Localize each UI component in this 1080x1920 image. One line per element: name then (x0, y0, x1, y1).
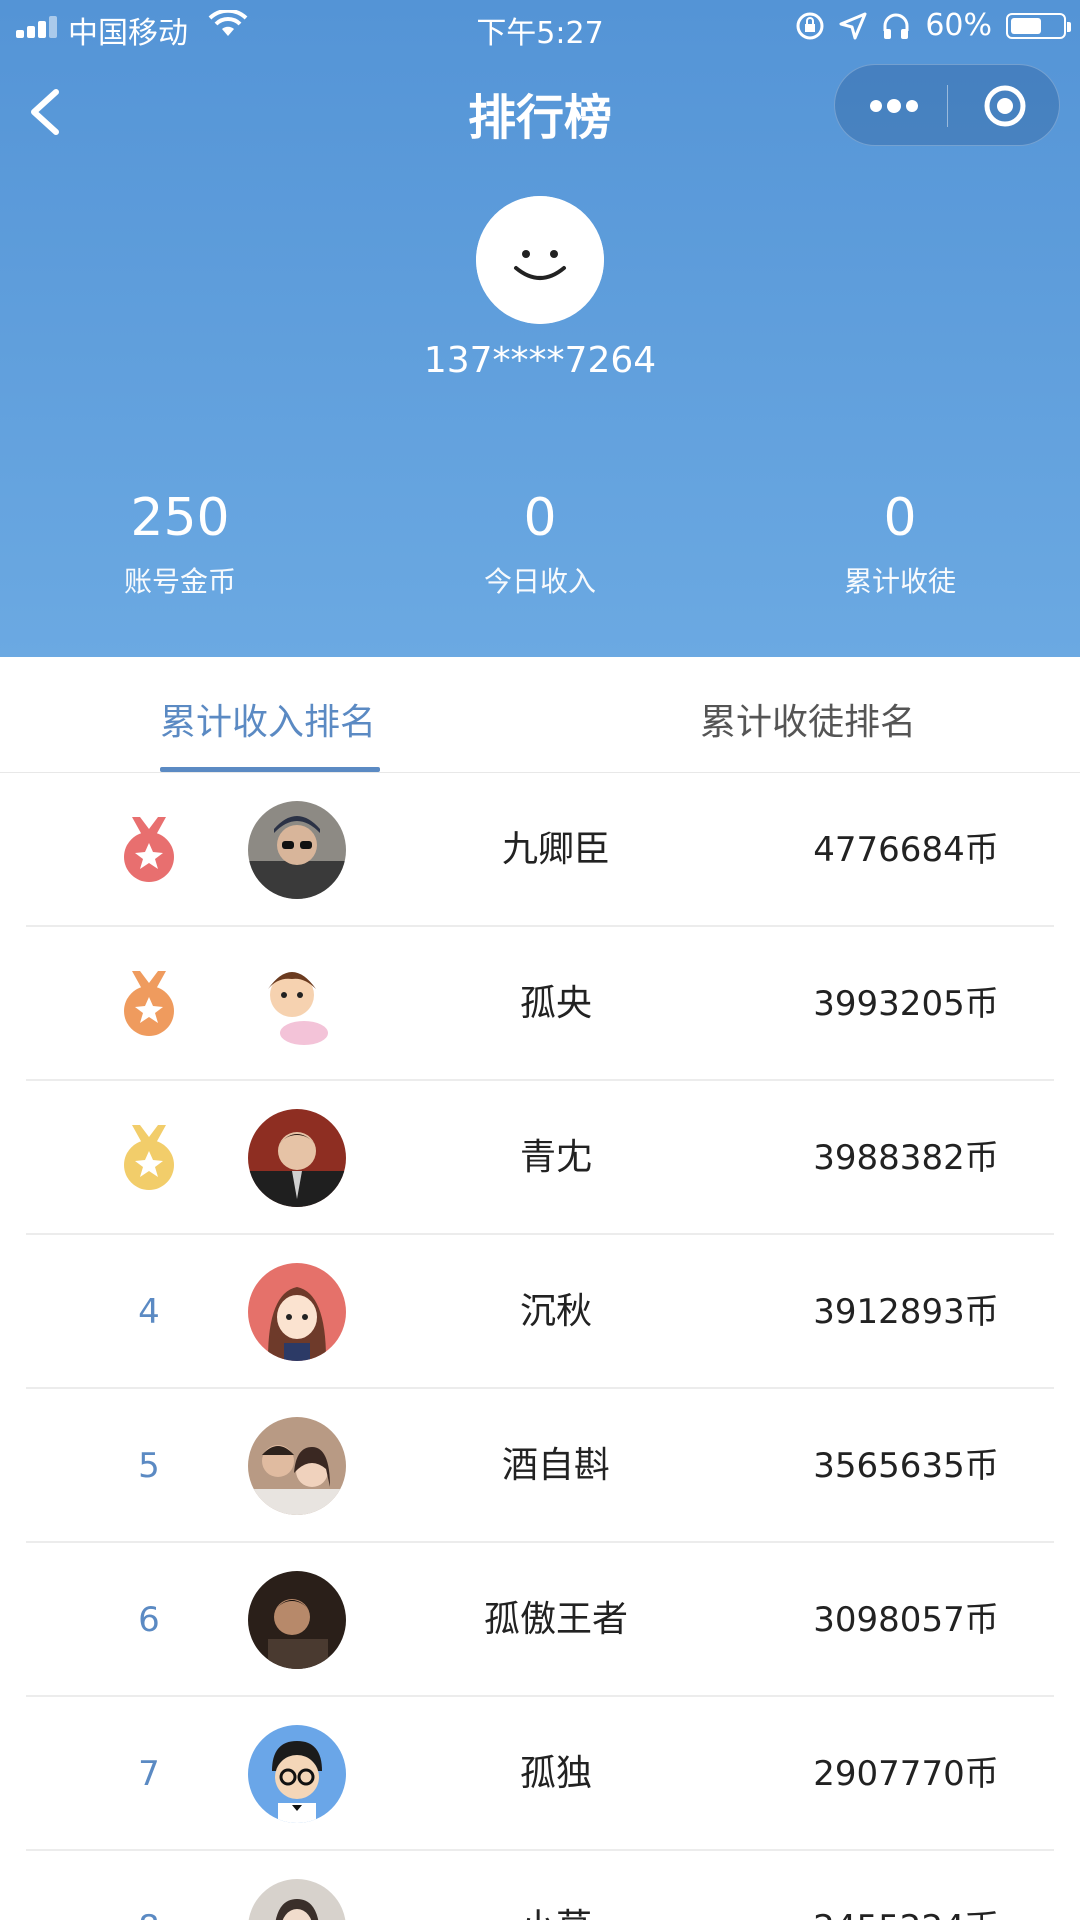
user-name: 孤独 (519, 1753, 592, 1794)
header: 中国移动 下午5:27 60% 排行榜 137****7264 250 账号金币… (0, 0, 1080, 657)
user-name: 孤央 (519, 983, 592, 1024)
orange-medal-icon (124, 971, 174, 1036)
user-name: 孤傲王者 (483, 1599, 628, 1640)
coin-amount: 2455224币 (756, 1851, 1056, 1920)
list-item[interactable]: 7 孤独 2907770币 (26, 1697, 1054, 1851)
list-item[interactable]: 6 孤傲王者 3098057币 (26, 1543, 1054, 1697)
user-name: 酒自斟 (501, 1445, 610, 1486)
stat-value: 0 (883, 488, 917, 548)
status-bar: 中国移动 下午5:27 60% (0, 0, 1080, 52)
avatar (248, 801, 346, 899)
status-right: 60% (795, 8, 1071, 43)
coin-amount: 3993205币 (813, 984, 999, 1024)
rotation-lock-icon (796, 12, 824, 39)
stat-label: 账号金币 (123, 565, 236, 598)
avatar (248, 955, 346, 1053)
stat-value: 0 (523, 488, 557, 548)
coin-amount: 3912893币 (813, 1292, 999, 1332)
rank-cell (109, 927, 189, 1081)
list-item[interactable]: 孤央 3993205币 (26, 927, 1054, 1081)
user-name: 沉秋 (519, 1291, 592, 1332)
list-item[interactable]: 5 酒自斟 3565635币 (26, 1389, 1054, 1543)
close-target-icon[interactable] (983, 84, 1027, 128)
mini-program-capsule (834, 64, 1060, 146)
coin-amount: 4776684币 (813, 830, 999, 870)
rank-number: 4 (138, 1292, 160, 1332)
stat-label: 累计收徒 (843, 565, 956, 598)
avatar (248, 1417, 346, 1515)
rank-cell (109, 1081, 189, 1235)
smiley-face-icon (476, 196, 604, 324)
rank-cell (109, 773, 189, 927)
stat-coins: 250 账号金币 (30, 488, 330, 600)
list-item[interactable]: 8 小草 2455224币 (26, 1851, 1054, 1920)
user-name: 九卿臣 (501, 829, 610, 870)
coin-amount: 3988382币 (813, 1138, 999, 1178)
user-phone: 137****7264 (423, 340, 657, 381)
coin-amount: 3098057币 (813, 1600, 999, 1640)
tab-income-ranking[interactable]: 累计收入排名 (160, 693, 376, 745)
list-item[interactable]: 九卿臣 4776684币 (26, 773, 1054, 927)
red-medal-icon (124, 817, 174, 882)
avatar (248, 1263, 346, 1361)
more-dots-icon[interactable] (869, 95, 919, 117)
rank-number: 7 (138, 1754, 160, 1794)
yellow-medal-icon (124, 1125, 174, 1190)
stat-apprentices: 0 累计收徒 (750, 488, 1050, 600)
stat-value: 250 (130, 488, 230, 548)
coin-amount: 2907770币 (813, 1754, 999, 1794)
avatar (248, 1725, 346, 1823)
avatar (248, 1879, 346, 1920)
headphones-icon (883, 13, 909, 39)
list-item[interactable]: 青冘 3988382币 (26, 1081, 1054, 1235)
avatar (248, 1571, 346, 1669)
tab-apprentice-ranking[interactable]: 累计收徒排名 (700, 693, 916, 745)
list-item[interactable]: 4 沉秋 3912893币 (26, 1235, 1054, 1389)
rank-number: 5 (138, 1446, 160, 1486)
rank-number: 8 (109, 1851, 189, 1920)
user-name: 小草 (396, 1851, 716, 1920)
user-name: 青冘 (519, 1137, 592, 1178)
battery-icon (1006, 12, 1071, 39)
coin-amount: 3565635币 (813, 1446, 999, 1486)
battery-percent: 60% (925, 8, 992, 43)
rank-number: 6 (138, 1600, 160, 1640)
location-arrow-icon (839, 12, 867, 39)
stat-label: 今日收入 (483, 565, 596, 598)
capsule-divider (947, 85, 948, 127)
ranking-tabs: 累计收入排名 累计收徒排名 (0, 657, 1080, 773)
active-tab-indicator (160, 767, 380, 772)
stat-today-income: 0 今日收入 (390, 488, 690, 600)
avatar (248, 1109, 346, 1207)
